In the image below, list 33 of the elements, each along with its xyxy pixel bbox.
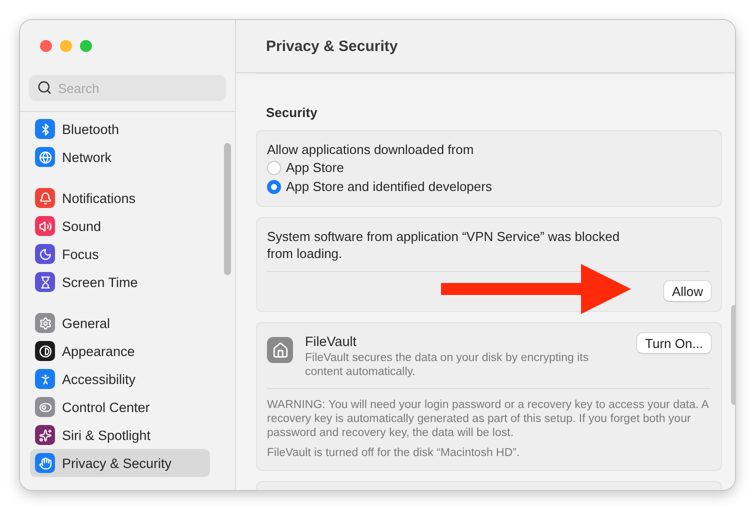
section-title: Security [266, 105, 318, 120]
setting-label: Allow applications downloaded from [267, 141, 475, 158]
search-icon [37, 80, 52, 95]
sidebar-item[interactable]: Network [30, 143, 210, 171]
sidebar-item[interactable]: Focus [30, 240, 210, 268]
sidebar-item[interactable]: Appearance [30, 337, 210, 365]
setting-description: FileVault secures the data on your disk by encrypting its content automatically. [305, 351, 590, 379]
house-icon [267, 337, 293, 363]
window-title: Privacy & Security [266, 38, 398, 54]
sidebar-item[interactable]: Accessibility [30, 365, 210, 393]
sidebar-item[interactable]: Bluetooth [30, 115, 210, 143]
radio-label[interactable]: App Store [286, 159, 344, 176]
zoom-button[interactable] [80, 40, 92, 52]
radio-button[interactable] [267, 160, 281, 174]
close-button[interactable] [40, 40, 52, 52]
search-field[interactable]: Search [29, 75, 226, 101]
allow-button[interactable]: Allow [664, 281, 712, 301]
sidebar-item[interactable]: Notifications [30, 184, 210, 212]
setting-title: FileVault [305, 333, 358, 351]
minimize-button[interactable] [60, 40, 72, 52]
blocked-message: System software from application “VPN Service” was blocked from loading. [267, 228, 621, 262]
warning-text: WARNING: You will need your login password or a recovery key to access your data. A recovery key is automatically generated as part of this setup. If you forget both your password and recovery key, the data will be lost. [267, 398, 710, 440]
scrollbar[interactable] [224, 143, 231, 275]
turn-on-button[interactable]: Turn On... [637, 333, 712, 353]
status-text: FileVault is turned off for the disk “Macintosh HD”. [267, 446, 521, 460]
sidebar-item[interactable]: Sound [30, 212, 210, 240]
sidebar-item[interactable]: Control Center [30, 393, 210, 421]
sidebar-item[interactable]: General [30, 309, 210, 337]
radio-label[interactable]: App Store and identified developers [286, 178, 492, 195]
sidebar-item[interactable]: Siri & Spotlight [30, 421, 210, 449]
sidebar-item[interactable]: Screen Time [30, 268, 210, 296]
sidebar-item[interactable]: Privacy & Security [30, 449, 210, 477]
radio-button[interactable] [267, 180, 281, 194]
